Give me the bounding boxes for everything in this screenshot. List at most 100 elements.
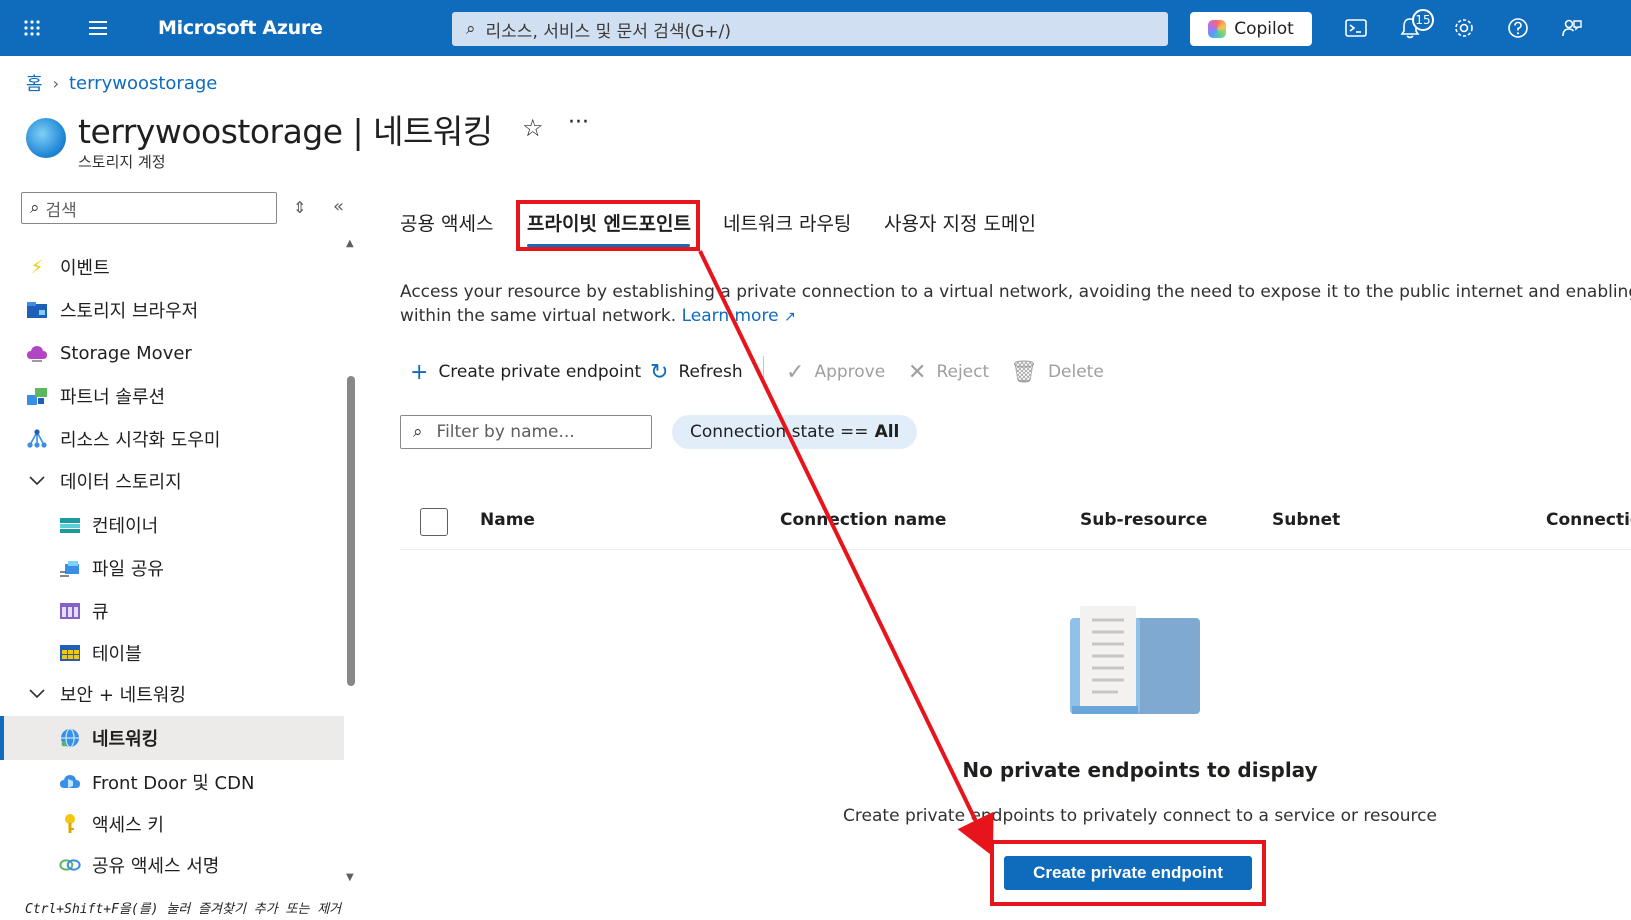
chevron-down-icon xyxy=(26,683,48,705)
scroll-up-arrow-icon[interactable]: ▲ xyxy=(346,238,354,249)
feedback-icon[interactable] xyxy=(1556,12,1588,44)
external-link-icon: ↗ xyxy=(783,309,796,325)
lightning-icon: ⚡ xyxy=(30,256,44,278)
table-header xyxy=(400,500,1631,550)
sidebar-item-label: 리소스 시각화 도우미 xyxy=(60,430,221,451)
sidebar-item-label: Front Door 및 CDN xyxy=(92,773,255,794)
column-header-connection-state[interactable]: Connectio xyxy=(1546,510,1631,530)
search-placeholder: 리소스, 서비스 및 문서 검색(G+/) xyxy=(485,21,731,42)
front-door-icon xyxy=(59,771,81,793)
column-header-connection-name[interactable]: Connection name xyxy=(780,510,946,530)
refresh-label: Refresh xyxy=(678,362,743,382)
connection-state-filter-pill[interactable]: Connection state == All xyxy=(672,415,918,449)
file-share-icon xyxy=(59,557,81,579)
pill-prefix: Connection state == xyxy=(690,422,869,442)
sidebar-item-storage-browser[interactable]: 스토리지 브라우저 xyxy=(0,289,344,331)
more-options-icon[interactable]: ··· xyxy=(568,110,589,135)
breadcrumb-resource[interactable]: terrywoostorage xyxy=(69,73,217,94)
description-line-2-text: within the same virtual network. xyxy=(400,306,677,326)
create-label: Create private endpoint xyxy=(438,362,642,382)
page-title: terrywoostorage | 네트워킹 xyxy=(78,112,493,151)
app-launcher-icon[interactable] xyxy=(16,12,48,44)
sidebar-item-label: 컨테이너 xyxy=(92,516,159,537)
sidebar-item-queues[interactable]: 큐 xyxy=(0,590,344,632)
sidebar-search-input[interactable]: ⌕ 검색 xyxy=(21,192,277,224)
search-icon: ⌕ xyxy=(30,198,40,218)
queue-icon xyxy=(59,600,81,622)
sidebar-item-label: 파트너 솔루션 xyxy=(60,387,166,408)
approve-button[interactable]: ✓ Approve xyxy=(786,356,885,388)
reject-button[interactable]: ✕ Reject xyxy=(908,356,989,388)
sidebar-item-events[interactable]: ⚡ 이벤트 xyxy=(0,246,344,288)
reject-label: Reject xyxy=(936,362,990,382)
breadcrumb-home[interactable]: 홈 xyxy=(26,70,43,96)
visualizer-icon xyxy=(26,428,48,450)
collapse-sidebar-icon[interactable]: « xyxy=(333,196,344,217)
sidebar-item-tables[interactable]: 테이블 xyxy=(0,632,344,674)
sidebar-item-label: 스토리지 브라우저 xyxy=(60,301,199,322)
empty-state-title: No private endpoints to display xyxy=(962,758,1318,782)
description-line-1: Access your resource by establishing a p… xyxy=(400,282,1631,302)
networking-icon xyxy=(59,727,81,749)
sidebar-item-file-shares[interactable]: 파일 공유 xyxy=(0,547,344,589)
column-header-sub-resource[interactable]: Sub-resource xyxy=(1080,510,1207,530)
sidebar-item-label: 데이터 스토리지 xyxy=(60,472,182,493)
sidebar-item-resource-visualizer[interactable]: 리소스 시각화 도우미 xyxy=(0,418,344,460)
refresh-icon: ↻ xyxy=(650,359,669,385)
notification-badge: 15 xyxy=(1412,9,1434,31)
expand-collapse-all-icon[interactable]: ⇕ xyxy=(293,198,306,217)
pill-value: All xyxy=(874,422,900,442)
table-icon xyxy=(59,642,81,664)
top-bar: Microsoft Azure ⌕ 리소스, 서비스 및 문서 검색(G+/) … xyxy=(0,0,1631,56)
cloud-icon xyxy=(26,342,48,364)
sidebar-item-front-door-cdn[interactable]: Front Door 및 CDN xyxy=(0,761,344,803)
create-private-endpoint-toolbar-button[interactable]: + Create private endpoint xyxy=(410,356,641,388)
cloud-shell-icon[interactable] xyxy=(1340,12,1372,44)
sidebar-nav: ⚡ 이벤트 스토리지 브라우저 Storage Mover 파트너 솔루션 리소… xyxy=(0,230,344,885)
scroll-down-arrow-icon[interactable]: ▼ xyxy=(346,872,354,883)
sidebar-item-label: 액세스 키 xyxy=(92,815,164,836)
tab-public-access[interactable]: 공용 액세스 xyxy=(400,209,493,236)
brand-title[interactable]: Microsoft Azure xyxy=(158,17,323,39)
sidebar-item-networking[interactable]: 네트워킹 xyxy=(0,716,344,760)
sidebar-item-containers[interactable]: 컨테이너 xyxy=(0,504,344,546)
tab-network-routing[interactable]: 네트워크 라우팅 xyxy=(723,209,851,236)
sidebar-item-partner-solutions[interactable]: 파트너 솔루션 xyxy=(0,375,344,417)
refresh-button[interactable]: ↻ Refresh xyxy=(650,356,743,388)
settings-gear-icon[interactable] xyxy=(1448,12,1480,44)
chevron-down-icon xyxy=(26,470,48,492)
sidebar-item-label: 보안 + 네트워킹 xyxy=(60,685,186,706)
select-all-checkbox[interactable] xyxy=(420,508,448,536)
description-line-2: within the same virtual network. Learn m… xyxy=(400,304,1631,329)
global-search-input[interactable]: ⌕ 리소스, 서비스 및 문서 검색(G+/) xyxy=(452,12,1168,46)
sidebar-item-label: 테이블 xyxy=(92,644,142,665)
column-header-subnet[interactable]: Subnet xyxy=(1272,510,1340,530)
highlight-box-button xyxy=(990,840,1266,906)
partner-icon xyxy=(26,385,48,407)
sidebar-group-security-networking[interactable]: 보안 + 네트워킹 xyxy=(0,673,344,715)
favorite-star-icon[interactable]: ☆ xyxy=(522,114,544,142)
column-header-name[interactable]: Name xyxy=(480,510,535,530)
favorites-shortcut-hint: Ctrl+Shift+F을(를) 눌러 즐겨찾기 추가 또는 제거 xyxy=(25,902,342,917)
sidebar-group-data-storage[interactable]: 데이터 스토리지 xyxy=(0,460,344,502)
copilot-label: Copilot xyxy=(1234,19,1294,39)
trash-icon: 🗑 xyxy=(1010,359,1038,385)
close-icon: ✕ xyxy=(908,359,927,385)
copilot-button[interactable]: Copilot xyxy=(1190,12,1312,46)
tab-custom-domain[interactable]: 사용자 지정 도메인 xyxy=(884,209,1036,236)
sidebar-item-shared-access-signature[interactable]: 공유 액세스 서명 xyxy=(0,844,344,885)
sidebar-scrollbar-thumb[interactable] xyxy=(347,376,355,686)
highlight-box-tab xyxy=(516,200,700,251)
sidebar-item-label: 큐 xyxy=(92,602,109,623)
sidebar-item-label: 이벤트 xyxy=(60,258,110,279)
learn-more-link[interactable]: Learn more xyxy=(682,306,779,326)
sidebar-item-access-keys[interactable]: 액세스 키 xyxy=(0,803,344,845)
delete-button[interactable]: 🗑 Delete xyxy=(1010,356,1104,388)
sidebar-item-label: 공유 액세스 서명 xyxy=(92,856,220,877)
breadcrumb: 홈 › terrywoostorage xyxy=(26,70,217,96)
filter-by-name-input[interactable]: ⌕ Filter by name... xyxy=(400,415,652,449)
help-icon[interactable] xyxy=(1502,12,1534,44)
sidebar-item-storage-mover[interactable]: Storage Mover xyxy=(0,332,344,374)
sidebar-item-label: Storage Mover xyxy=(60,342,192,364)
hamburger-menu-icon[interactable] xyxy=(82,12,114,44)
